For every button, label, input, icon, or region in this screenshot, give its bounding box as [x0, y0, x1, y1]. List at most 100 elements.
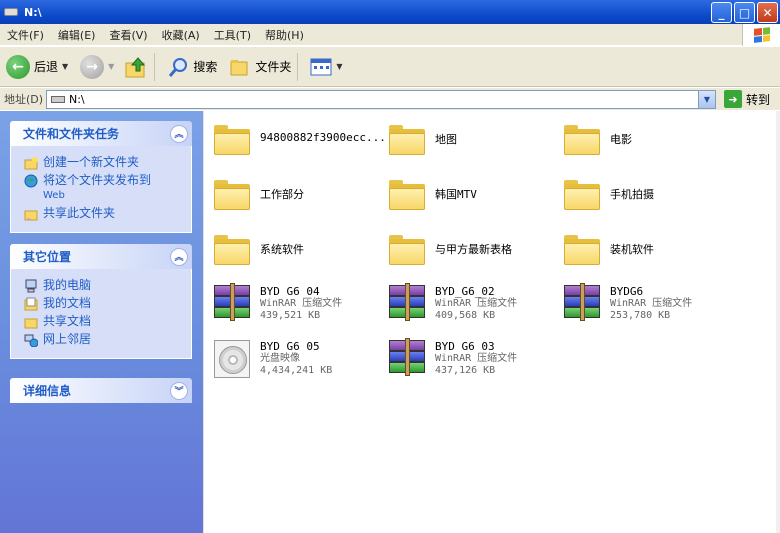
- task-label: 创建一个新文件夹: [43, 155, 140, 169]
- network-icon: [24, 334, 38, 347]
- go-button[interactable]: ➜ 转到: [724, 90, 770, 108]
- window-title: N:\: [24, 5, 42, 19]
- folder-item[interactable]: 系统软件: [212, 229, 382, 279]
- windows-logo: [742, 24, 780, 46]
- forward-button[interactable]: → ▼: [80, 54, 114, 79]
- file-name: 电影: [610, 133, 632, 146]
- folder-icon: [562, 119, 602, 159]
- task-publish-web[interactable]: 将这个文件夹发布到 Web: [24, 173, 183, 203]
- file-item[interactable]: BYDG6 WinRAR 压缩文件 253,780 KB: [562, 283, 732, 333]
- winrar-icon: [387, 283, 427, 323]
- file-name: BYD G6 03: [435, 340, 495, 353]
- minimize-button[interactable]: _: [711, 2, 732, 23]
- task-new-folder[interactable]: 创建一个新文件夹: [24, 155, 183, 170]
- menu-help[interactable]: 帮助(H): [258, 27, 311, 43]
- menu-tools[interactable]: 工具(T): [207, 27, 258, 43]
- toolbar: ← 后退 ▼ → ▼ 搜索 文件夹 ▼: [0, 47, 780, 87]
- file-name: 装机软件: [610, 243, 654, 256]
- search-icon: [169, 57, 188, 77]
- file-name: 与甲方最新表格: [435, 243, 512, 256]
- back-button[interactable]: ← 后退 ▼: [6, 54, 68, 79]
- details-panel-header[interactable]: 详细信息 ︾: [10, 378, 192, 403]
- tasks-panel: 文件和文件夹任务 ︽ 创建一个新文件夹 将这个文件夹发布到 Web 共享此文件夹: [10, 121, 192, 233]
- place-label: 我的电脑: [43, 278, 92, 292]
- address-value: N:\: [69, 92, 85, 106]
- folder-item[interactable]: 地图: [387, 119, 557, 169]
- folders-label: 文件夹: [255, 60, 292, 74]
- chevron-down-icon[interactable]: ︾: [170, 381, 188, 400]
- folder-item[interactable]: 手机拍摄: [562, 174, 732, 224]
- publish-web-icon: [24, 174, 38, 188]
- menu-edit[interactable]: 编辑(E): [51, 27, 103, 43]
- go-arrow-icon: ➜: [724, 90, 742, 108]
- folder-icon: [212, 174, 252, 214]
- up-folder-button[interactable]: [124, 55, 148, 79]
- my-documents-icon: [24, 297, 38, 311]
- toolbar-separator: [297, 52, 299, 81]
- file-name: BYD G6 04: [260, 285, 320, 298]
- menu-file[interactable]: 文件(F): [0, 27, 51, 43]
- chevron-up-icon[interactable]: ︽: [170, 124, 188, 143]
- maximize-button[interactable]: □: [734, 2, 755, 23]
- file-item[interactable]: BYD G6 05 光盘映像 4,434,241 KB: [212, 338, 382, 388]
- forward-dropdown-icon[interactable]: ▼: [108, 62, 114, 71]
- chevron-up-icon[interactable]: ︽: [170, 247, 188, 266]
- address-label: 地址(D): [4, 93, 44, 106]
- file-size: 439,521 KB: [260, 310, 321, 321]
- folder-item[interactable]: 韩国MTV: [387, 174, 557, 224]
- task-label-main: 将这个文件夹发布到: [43, 173, 152, 187]
- shared-documents-icon: [24, 318, 38, 329]
- search-label: 搜索: [193, 60, 218, 74]
- go-label: 转到: [746, 92, 771, 107]
- place-network[interactable]: 网上邻居: [24, 332, 183, 347]
- folder-item[interactable]: 94800882f3900ecc...: [212, 119, 386, 169]
- folder-item[interactable]: 电影: [562, 119, 732, 169]
- back-dropdown-icon[interactable]: ▼: [62, 62, 68, 71]
- drive-icon: [51, 95, 65, 103]
- place-shared-documents[interactable]: 共享文档: [24, 314, 183, 329]
- file-type: WinRAR 压缩文件: [435, 353, 518, 364]
- task-label: 共享此文件夹: [43, 206, 116, 220]
- toolbar-separator: [154, 52, 156, 81]
- forward-arrow-icon: →: [80, 54, 105, 79]
- search-button[interactable]: 搜索: [167, 56, 217, 78]
- winrar-icon: [212, 283, 252, 323]
- tasks-panel-body: 创建一个新文件夹 将这个文件夹发布到 Web 共享此文件夹: [10, 146, 192, 233]
- places-panel-header[interactable]: 其它位置 ︽: [10, 244, 192, 269]
- menu-view[interactable]: 查看(V): [102, 27, 154, 43]
- back-arrow-icon: ←: [6, 54, 30, 79]
- place-label: 我的文档: [43, 296, 92, 310]
- place-my-computer[interactable]: 我的电脑: [24, 278, 183, 293]
- windows-flag-icon: [753, 27, 770, 43]
- title-bar[interactable]: N:\ _ □ ✕: [0, 0, 780, 24]
- close-button[interactable]: ✕: [757, 2, 778, 23]
- place-my-documents[interactable]: 我的文档: [24, 296, 183, 311]
- up-folder-icon: [125, 56, 146, 77]
- file-item[interactable]: BYD G6 04 WinRAR 压缩文件 439,521 KB: [212, 283, 382, 333]
- file-item[interactable]: BYD_G6_02 WinRAR 压缩文件 409,568 KB: [387, 283, 557, 333]
- place-label: 共享文档: [43, 314, 92, 328]
- place-label: 网上邻居: [43, 332, 92, 346]
- folders-icon: [230, 59, 248, 75]
- folder-item[interactable]: 工作部分: [212, 174, 382, 224]
- folders-button[interactable]: 文件夹: [229, 56, 291, 78]
- menu-bar: 文件(F) 编辑(E) 查看(V) 收藏(A) 工具(T) 帮助(H): [0, 24, 780, 46]
- views-button[interactable]: ▼: [310, 57, 343, 77]
- task-share-folder[interactable]: 共享此文件夹: [24, 206, 183, 221]
- scrollbar[interactable]: [776, 111, 780, 533]
- share-folder-icon: [24, 210, 38, 221]
- address-input[interactable]: N:\ ▼: [46, 89, 716, 109]
- folder-icon: [387, 229, 427, 269]
- tasks-panel-header[interactable]: 文件和文件夹任务 ︽: [10, 121, 192, 146]
- file-name: 手机拍摄: [610, 188, 654, 201]
- file-item[interactable]: BYD G6 03 WinRAR 压缩文件 437,126 KB: [387, 338, 557, 388]
- file-size: 409,568 KB: [435, 310, 496, 321]
- folder-item[interactable]: 与甲方最新表格: [387, 229, 557, 279]
- folder-icon: [562, 174, 602, 214]
- folder-item[interactable]: 装机软件: [562, 229, 732, 279]
- address-dropdown-icon[interactable]: ▼: [698, 90, 715, 108]
- drive-icon: [4, 8, 18, 16]
- tasks-panel-title: 文件和文件夹任务: [23, 127, 120, 141]
- new-folder-icon: [24, 157, 38, 170]
- menu-favorites[interactable]: 收藏(A): [155, 27, 207, 43]
